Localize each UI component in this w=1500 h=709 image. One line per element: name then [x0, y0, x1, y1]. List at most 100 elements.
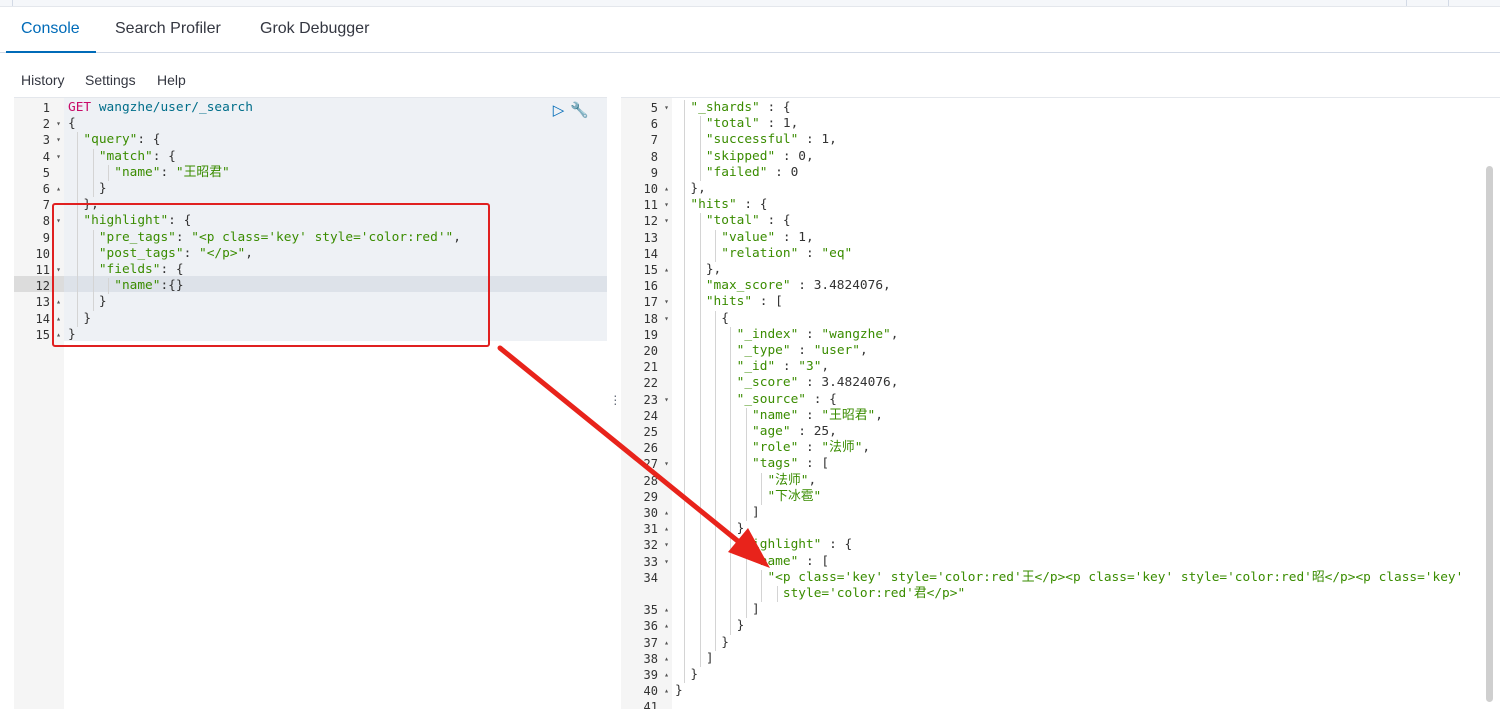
code-line[interactable]: }: [675, 667, 698, 683]
code-line[interactable]: {: [675, 311, 729, 327]
code-token: : {: [152, 148, 176, 164]
fold-toggle-icon[interactable]: ▴: [56, 181, 61, 197]
code-line[interactable]: "_score" : 3.4824076,: [675, 375, 899, 391]
indent-guide: [684, 148, 686, 165]
code-line[interactable]: "_shards" : {: [675, 100, 790, 116]
history-menu-item[interactable]: History: [21, 72, 65, 88]
fold-toggle-icon[interactable]: ▾: [664, 554, 669, 570]
fold-toggle-icon[interactable]: ▴: [664, 505, 669, 521]
fold-toggle-icon[interactable]: ▾: [664, 213, 669, 229]
indent-guide: [715, 505, 717, 522]
indent-guide: [715, 586, 717, 603]
code-line[interactable]: style='color:red'君</p>": [675, 586, 965, 602]
code-line[interactable]: "relation" : "eq": [675, 246, 852, 262]
code-line[interactable]: "role" : "法师",: [675, 440, 870, 456]
code-line[interactable]: },: [675, 521, 752, 537]
code-line[interactable]: "skipped" : 0,: [675, 149, 814, 165]
fold-toggle-icon[interactable]: ▾: [664, 197, 669, 213]
code-line[interactable]: "failed" : 0: [675, 165, 798, 181]
line-number-text: 15: [35, 327, 50, 342]
code-line[interactable]: },: [675, 181, 705, 197]
code-line[interactable]: },: [675, 262, 721, 278]
code-line[interactable]: "hits" : [: [675, 294, 783, 310]
fold-toggle-icon[interactable]: ▾: [56, 116, 61, 132]
fold-toggle-icon[interactable]: ▾: [56, 132, 61, 148]
request-code[interactable]: ▷ 🔧 GET wangzhe/user/_search{ "query": { …: [64, 98, 607, 709]
code-line[interactable]: "_id" : "3",: [675, 359, 830, 375]
fold-toggle-icon[interactable]: ▴: [664, 602, 669, 618]
code-line[interactable]: "query": {: [68, 132, 160, 148]
code-line[interactable]: "_index" : "wangzhe",: [675, 327, 899, 343]
request-editor[interactable]: 1 2 ▾ 3 ▾ 4 ▾ 5 6 ▴ 7 8 ▾ 9 10 11 ▾ 12 13 ▴ 14 ▴ 15 ▴ ▷ 🔧 GET wa…: [14, 97, 607, 709]
response-code[interactable]: "_shards" : { "total" : 1, "successful" …: [672, 98, 1500, 709]
code-line[interactable]: "total" : {: [675, 213, 791, 229]
code-line[interactable]: ]: [675, 602, 760, 618]
code-line[interactable]: "name" : "王昭君",: [675, 408, 883, 424]
fold-toggle-icon[interactable]: ▴: [664, 181, 669, 197]
code-line[interactable]: ]: [675, 651, 714, 667]
code-token: : [: [752, 294, 783, 310]
code-line[interactable]: "highlight" : {: [675, 537, 853, 553]
code-token: {: [675, 310, 729, 326]
fold-toggle-icon[interactable]: ▴: [664, 667, 669, 683]
fold-toggle-icon[interactable]: ▴: [664, 618, 669, 634]
fold-toggle-icon[interactable]: ▾: [664, 100, 669, 116]
line-number: 27 ▾: [621, 456, 672, 472]
indent-guide: [699, 132, 701, 149]
code-line[interactable]: "下冰雹": [675, 489, 821, 505]
tab-console[interactable]: Console: [6, 7, 96, 53]
indent-guide: [684, 197, 686, 214]
indent-guide: [745, 488, 747, 505]
code-line[interactable]: "match": {: [68, 149, 176, 165]
fold-toggle-icon[interactable]: ▴: [664, 683, 669, 699]
tab-grok-debugger[interactable]: Grok Debugger: [260, 7, 369, 52]
response-viewer[interactable]: 5 ▾ 6 7 8 9 10 ▴ 11 ▾ 12 ▾ 13 14 15 ▴ 16 17 ▾ 18 ▾ 19 20 21 22 23…: [621, 97, 1500, 709]
code-line[interactable]: }: [675, 683, 683, 699]
indent-guide: [730, 359, 732, 376]
indent-guide: [730, 488, 732, 505]
code-line[interactable]: }: [68, 181, 107, 197]
code-line[interactable]: "max_score" : 3.4824076,: [675, 278, 891, 294]
code-token: ,: [859, 343, 868, 358]
code-line[interactable]: "tags" : [: [675, 456, 829, 472]
code-token: "_score": [736, 375, 799, 391]
code-line[interactable]: "_type" : "user",: [675, 343, 868, 359]
line-number: 12 ▾: [621, 213, 672, 229]
code-token: : 3.4824076,: [790, 278, 891, 294]
fold-toggle-icon[interactable]: ▴: [664, 635, 669, 651]
response-scrollbar[interactable]: [1486, 166, 1493, 702]
indent-guide: [699, 245, 701, 262]
fold-toggle-icon[interactable]: ▴: [664, 651, 669, 667]
code-line[interactable]: "name" : [: [675, 554, 829, 570]
code-line[interactable]: "hits" : {: [675, 197, 767, 213]
code-token: "user": [813, 343, 860, 358]
indent-guide: [715, 359, 717, 376]
fold-toggle-icon[interactable]: ▴: [664, 262, 669, 278]
drag-handle-icon[interactable]: · · ·: [613, 388, 618, 410]
code-line[interactable]: }: [675, 618, 745, 634]
fold-toggle-icon[interactable]: ▾: [664, 311, 669, 327]
code-line[interactable]: "<p class='key' style='color:red'王</p><p…: [675, 570, 1463, 586]
fold-toggle-icon[interactable]: ▾: [664, 456, 669, 472]
fold-toggle-icon[interactable]: ▴: [664, 521, 669, 537]
help-menu-item[interactable]: Help: [157, 72, 186, 88]
settings-menu-item[interactable]: Settings: [85, 72, 136, 88]
fold-toggle-icon[interactable]: ▾: [56, 149, 61, 165]
code-line[interactable]: "total" : 1,: [675, 116, 798, 132]
fold-toggle-icon[interactable]: ▾: [664, 294, 669, 310]
code-token: ,: [862, 440, 871, 456]
code-token: "王昭君": [175, 164, 230, 180]
fold-toggle-icon[interactable]: ▾: [664, 392, 669, 408]
play-icon[interactable]: ▷: [553, 102, 565, 119]
code-line[interactable]: "value" : 1,: [675, 230, 813, 246]
code-line[interactable]: ]: [675, 505, 760, 521]
code-line[interactable]: {: [68, 116, 76, 132]
fold-toggle-icon[interactable]: ▾: [664, 537, 669, 553]
tab-search-profiler[interactable]: Search Profiler: [115, 7, 221, 52]
code-line[interactable]: GET wangzhe/user/_search: [68, 100, 253, 116]
line-number-text: 9: [42, 230, 50, 245]
wrench-icon[interactable]: 🔧: [570, 102, 589, 119]
code-line[interactable]: }: [675, 635, 729, 651]
